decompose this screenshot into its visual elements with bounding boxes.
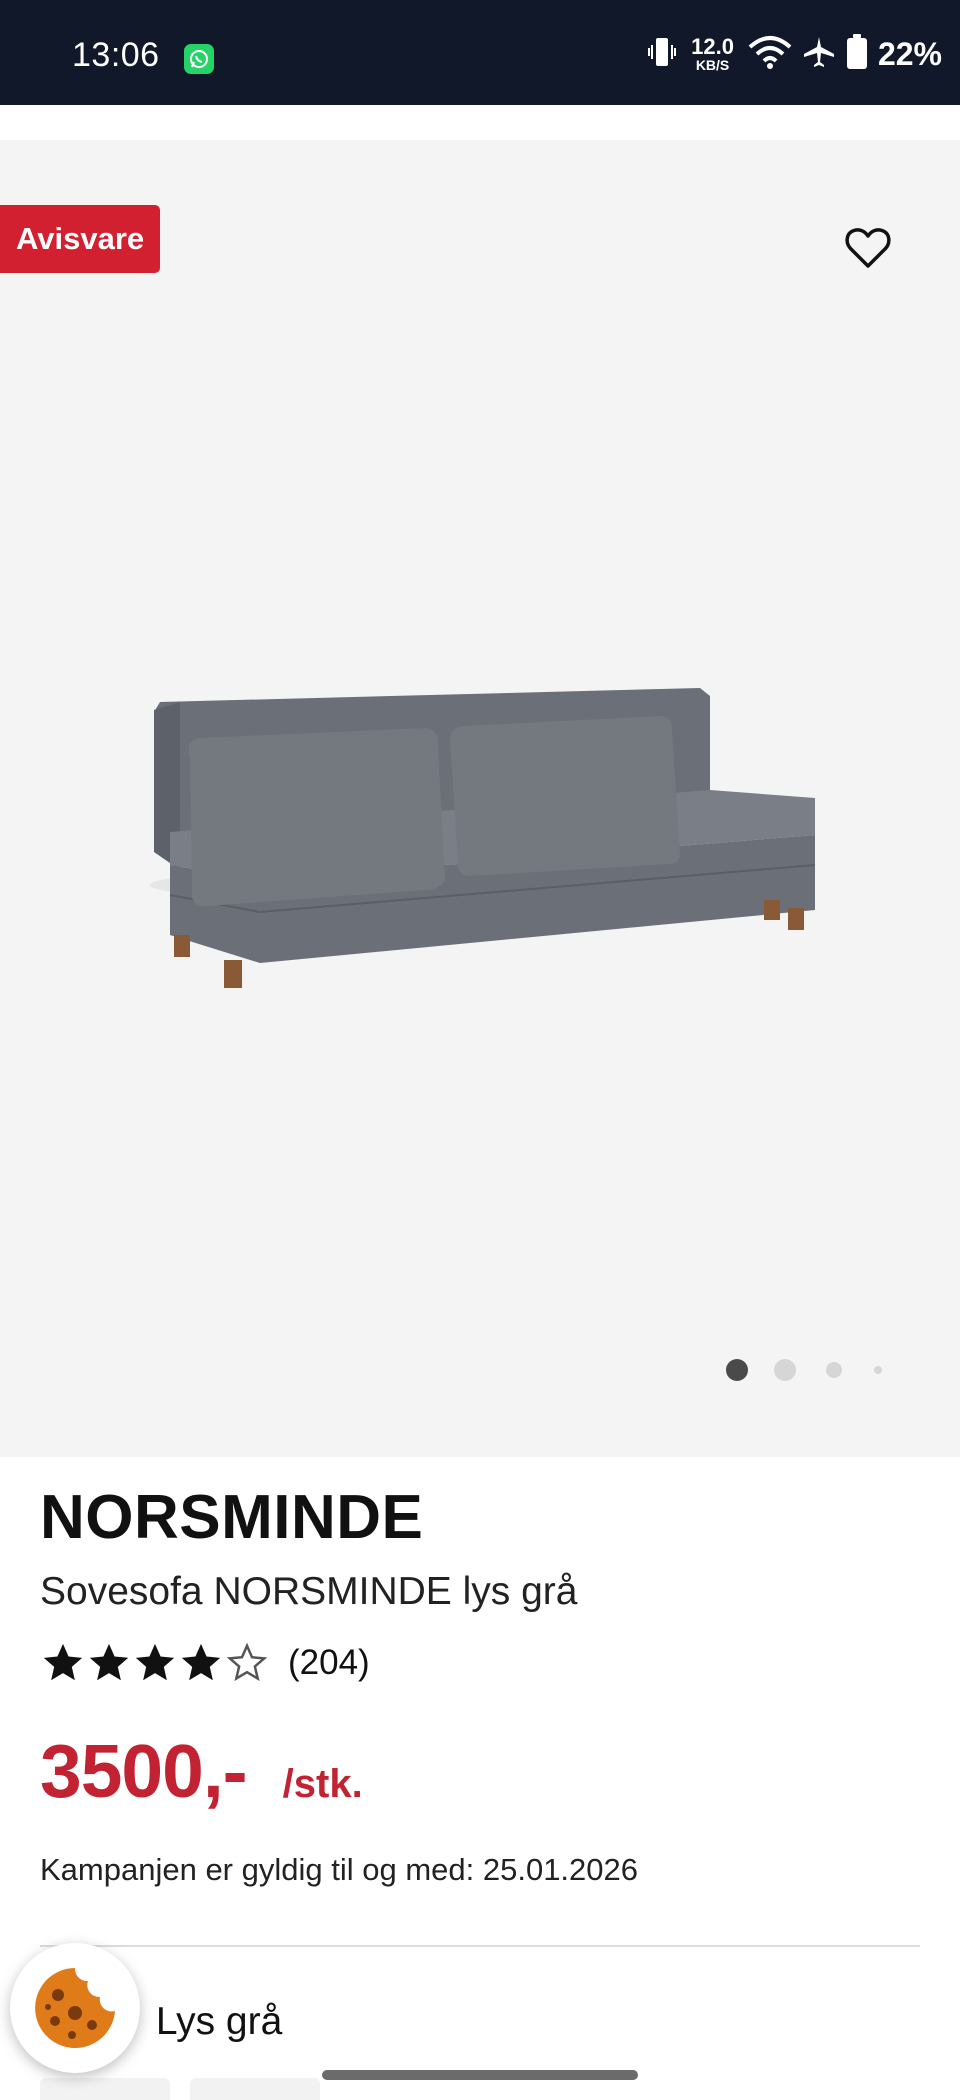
- vibrate-icon: [647, 35, 677, 74]
- promo-badge: Avisvare: [0, 205, 161, 273]
- color-swatch-2[interactable]: [190, 2078, 320, 2100]
- airplane-icon: [802, 35, 836, 74]
- battery-percent: 22%: [877, 35, 942, 72]
- cookie-icon: [35, 1968, 115, 2048]
- price-unit: /stk.: [282, 1762, 363, 1806]
- net-speed-value: 12.0: [691, 34, 734, 59]
- product-title: Sovesofa NORSMINDE lys grå: [40, 1570, 578, 1613]
- color-swatch-1[interactable]: [40, 2078, 170, 2100]
- header-strip: [0, 105, 960, 140]
- product-brand: NORSMINDE: [40, 1483, 424, 1552]
- status-icons: 12.0 KB/S 22%: [647, 33, 942, 75]
- heart-icon: [845, 228, 891, 268]
- gallery-dot-3[interactable]: [826, 1362, 842, 1378]
- battery-icon: [846, 33, 868, 75]
- product-rating[interactable]: (204): [40, 1640, 370, 1686]
- gallery-pagination[interactable]: [726, 1355, 882, 1385]
- gallery-dot-2[interactable]: [774, 1359, 796, 1381]
- cookie-settings-button[interactable]: [10, 1943, 140, 2073]
- star-filled-icon: [43, 1643, 83, 1681]
- gallery-dot-4[interactable]: [874, 1366, 882, 1374]
- gallery-dot-1[interactable]: [726, 1359, 748, 1381]
- star-outline-icon: [226, 1642, 268, 1682]
- net-speed-unit: KB/S: [695, 57, 730, 73]
- favorite-button[interactable]: [840, 220, 896, 276]
- whatsapp-icon: [184, 44, 214, 74]
- product-image-sofa[interactable]: [140, 590, 840, 1130]
- color-value: Lys grå: [155, 2000, 283, 2043]
- star-filled-icon: [181, 1643, 221, 1681]
- status-time: 13:06: [72, 36, 160, 74]
- star-filled-icon: [135, 1643, 175, 1681]
- home-indicator[interactable]: [322, 2070, 638, 2080]
- product-gallery[interactable]: Avisvare: [0, 140, 960, 1457]
- campaign-validity: Kampanjen er gyldig til og med: 25.01.20…: [40, 1852, 639, 1887]
- net-speed: 12.0 KB/S: [691, 34, 734, 73]
- review-count[interactable]: (204): [288, 1643, 370, 1683]
- wifi-icon: [748, 35, 792, 74]
- price-value: 3500,-: [40, 1729, 248, 1813]
- divider: [40, 1945, 920, 1947]
- star-filled-icon: [89, 1643, 129, 1681]
- status-bar: 13:06 12.0 KB/S 22%: [0, 0, 960, 105]
- price: 3500,- /stk.: [40, 1728, 363, 1814]
